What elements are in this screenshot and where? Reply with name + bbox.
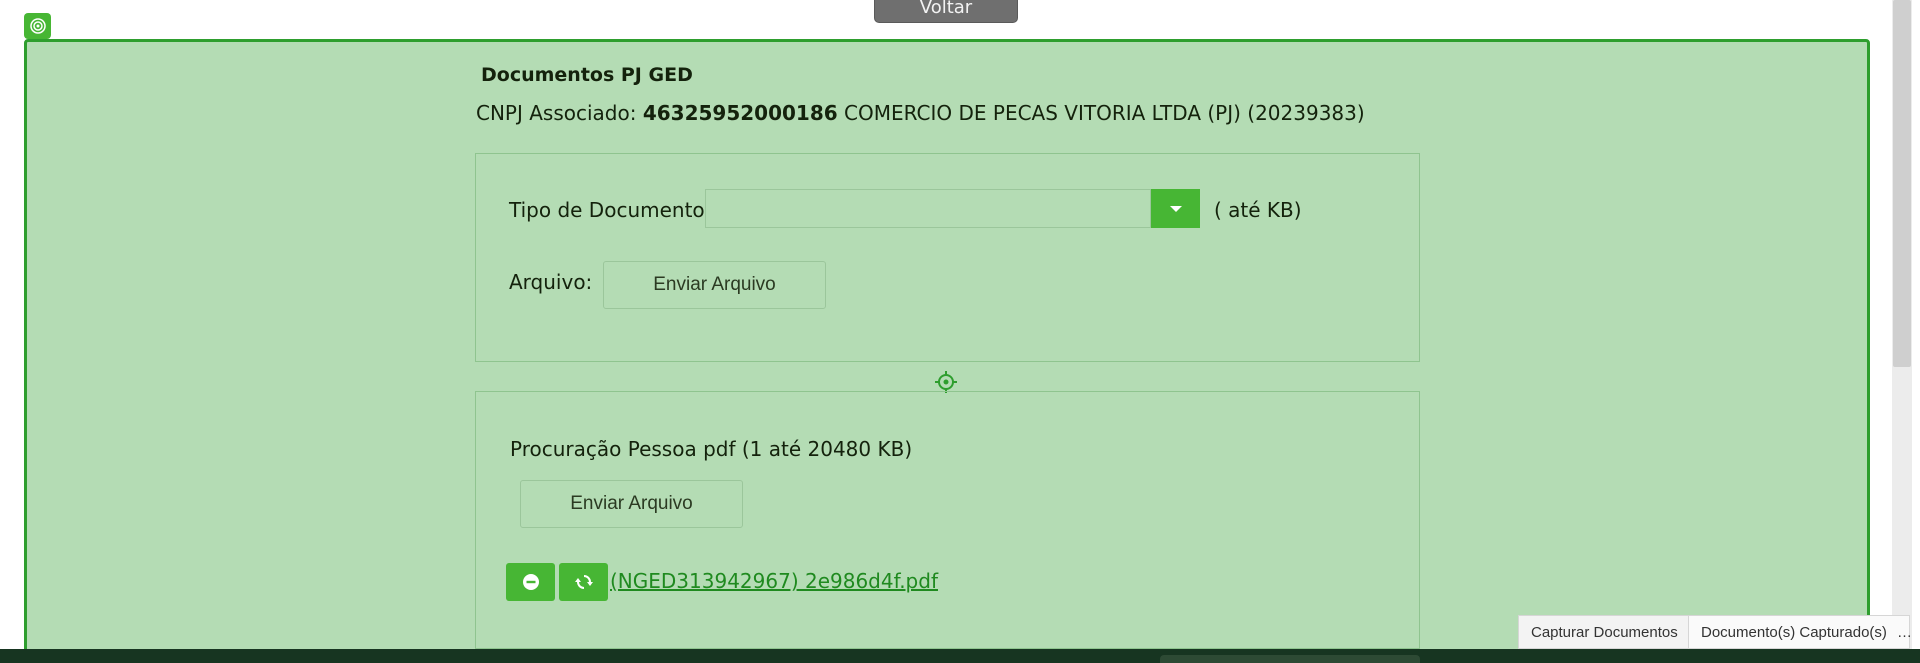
cnpj-line: CNPJ Associado: 46325952000186 COMERCIO …: [476, 101, 1365, 125]
bottom-bar-handle: [1160, 655, 1420, 663]
tab-captured-documents-label: Documento(s) Capturado(s): [1701, 623, 1887, 641]
caret-down-icon[interactable]: [1151, 189, 1200, 228]
back-button[interactable]: Voltar: [874, 0, 1018, 23]
document-section-title: Procuração Pessoa pdf (1 até 20480 KB): [510, 437, 913, 461]
file-label: Arquivo:: [509, 270, 593, 294]
bottom-bar: [0, 649, 1920, 663]
size-hint: ( até KB): [1214, 198, 1302, 222]
remove-file-button[interactable]: [506, 563, 555, 601]
document-send-file-button[interactable]: Enviar Arquivo: [520, 480, 743, 528]
doc-type-label: Tipo de Documento:: [509, 198, 712, 222]
upload-panel: [475, 153, 1420, 362]
tab-captured-documents[interactable]: Documento(s) Capturado(s): [1688, 615, 1910, 649]
corner-target-icon[interactable]: [24, 13, 51, 39]
refresh-icon: [574, 575, 593, 589]
company-name: COMERCIO DE PECAS VITORIA LTDA (PJ) (202…: [844, 101, 1365, 125]
tab-capture-documents-label: Capturar Documentos: [1531, 623, 1678, 641]
replace-file-button[interactable]: [559, 563, 608, 601]
doc-type-select[interactable]: [705, 189, 1151, 228]
tabs-overflow-indicator[interactable]: …: [1897, 624, 1912, 641]
back-button-label: Voltar: [919, 0, 973, 18]
page-title: Documentos PJ GED: [481, 64, 693, 86]
crosshair-icon[interactable]: [935, 371, 957, 393]
send-file-button[interactable]: Enviar Arquivo: [603, 261, 826, 309]
minus-circle-icon: [522, 574, 539, 590]
uploaded-file-link[interactable]: (NGED313942967) 2e986d4f.pdf: [610, 569, 938, 593]
document-send-file-button-label: Enviar Arquivo: [570, 493, 693, 514]
send-file-button-label: Enviar Arquivo: [653, 274, 776, 295]
tab-capture-documents[interactable]: Capturar Documentos: [1518, 615, 1693, 649]
cnpj-number: 46325952000186: [642, 101, 838, 125]
scrollbar-thumb[interactable]: [1893, 0, 1911, 367]
cnpj-label: CNPJ Associado:: [476, 101, 637, 125]
